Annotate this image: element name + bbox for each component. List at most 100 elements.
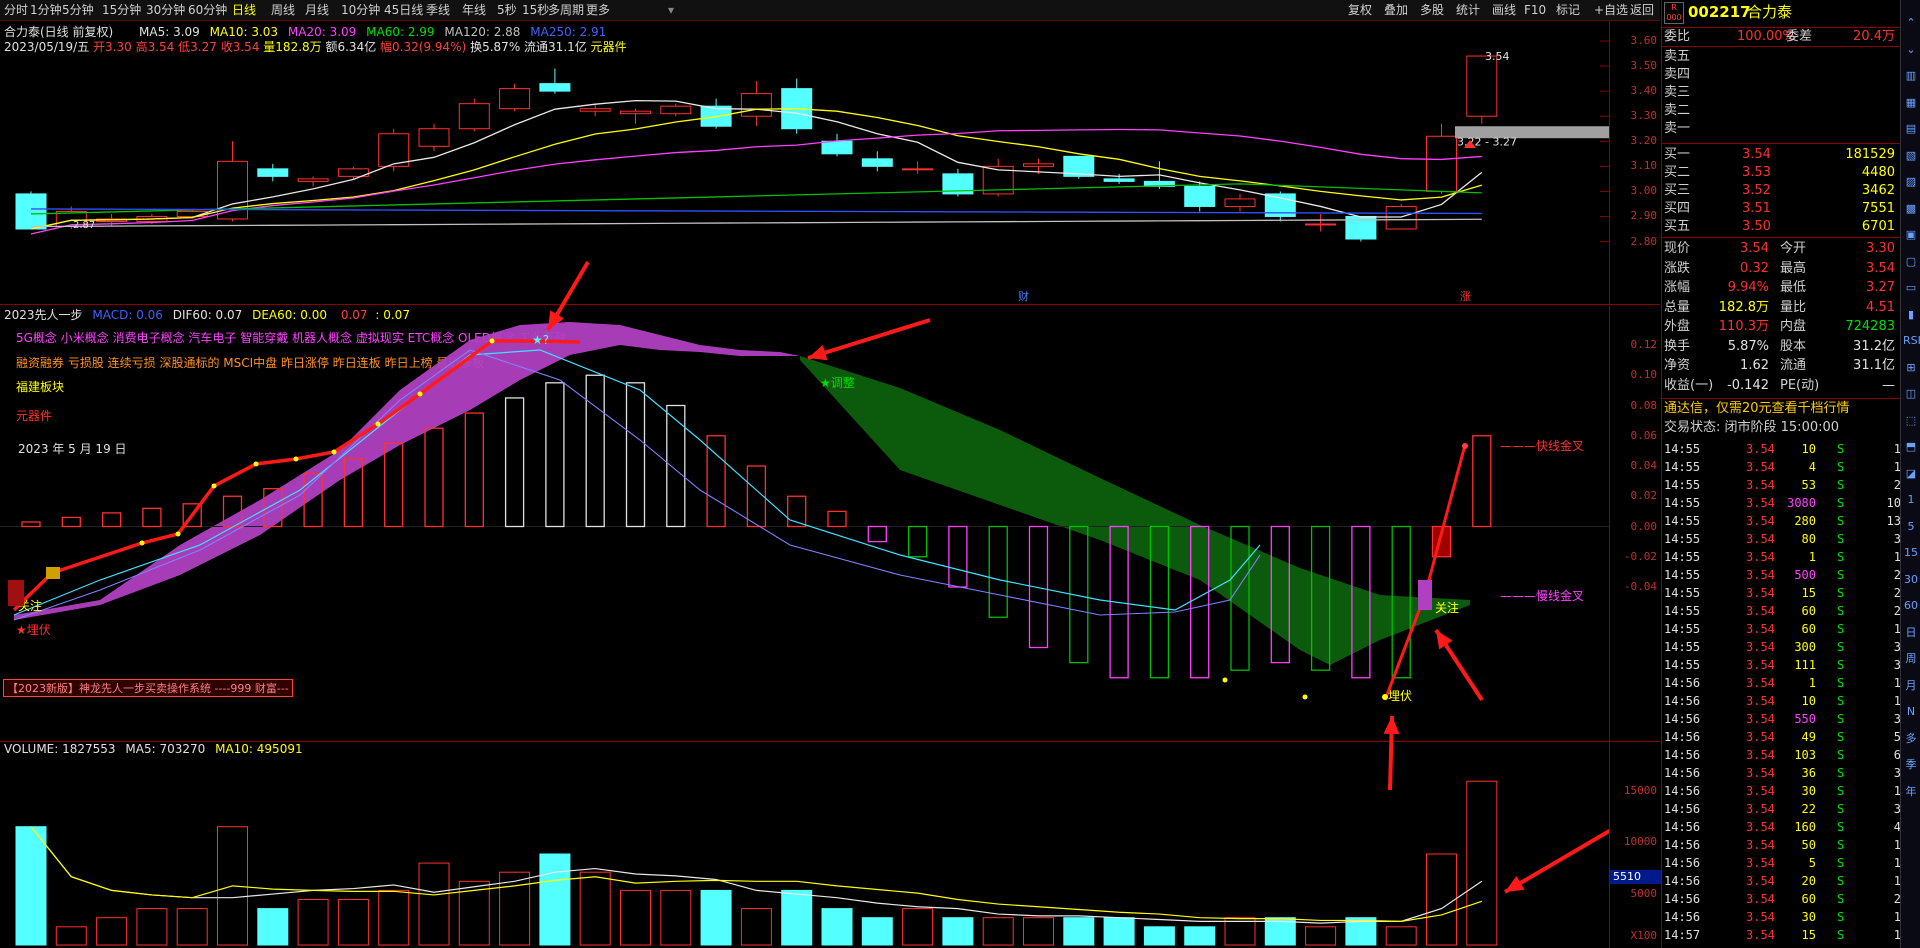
histogram-bar xyxy=(464,412,484,528)
sell-level-label: 卖四 xyxy=(1664,67,1691,82)
sidebar-tool-26[interactable]: N xyxy=(1903,703,1919,721)
tick-price: 3.54 xyxy=(1746,784,1775,798)
sell-level-label: 卖二 xyxy=(1664,103,1691,118)
sidebar-tool-3[interactable]: ▦ xyxy=(1903,94,1919,112)
volume-bar xyxy=(1466,780,1498,946)
tick-time: 14:56 xyxy=(1664,694,1701,708)
stat-value: 110.3万 xyxy=(1718,319,1769,334)
volume-bar xyxy=(1184,926,1216,946)
tick-time: 14:56 xyxy=(1664,820,1701,834)
tick-volume: 280 xyxy=(1794,514,1816,528)
tick-row: 14:55 3.54 111 S 3 xyxy=(1662,656,1901,674)
divider xyxy=(1662,143,1901,144)
stat-value: 3.30 xyxy=(1866,241,1895,256)
tick-price: 3.54 xyxy=(1746,460,1775,474)
tick-price: 3.54 xyxy=(1746,712,1775,726)
tick-row: 14:55 3.54 500 S 2 xyxy=(1662,566,1901,584)
tick-time: 14:56 xyxy=(1664,874,1701,888)
sidebar-tool-1[interactable]: ⌄ xyxy=(1903,41,1919,59)
tick-side: S xyxy=(1837,640,1845,654)
buy-level-label: 买五 xyxy=(1664,219,1691,234)
fast-cross-tag: ———快线金叉 xyxy=(1500,438,1584,453)
tick-row: 14:55 3.54 280 S 13 xyxy=(1662,512,1901,530)
axis-tick-label: 10000 xyxy=(1623,835,1657,849)
sidebar-tool-9[interactable]: ▢ xyxy=(1903,253,1919,271)
volume-bar xyxy=(1385,926,1417,946)
sidebar-tool-2[interactable]: ▥ xyxy=(1903,67,1919,85)
sidebar-tool-20[interactable]: 15 xyxy=(1903,544,1919,562)
sidebar-tool-18[interactable]: 1 xyxy=(1903,491,1919,509)
sidebar-tool-15[interactable]: ⬚ xyxy=(1903,412,1919,430)
indicator-axis: 0.12 0.10 0.08 0.06 0.04 0.02 0.00 -0.02 -0.04 xyxy=(1609,305,1661,741)
sell-level-label: 卖五 xyxy=(1664,49,1691,64)
sell-level-row: 卖五 xyxy=(1662,48,1901,66)
tick-side: S xyxy=(1837,838,1845,852)
tick-side: S xyxy=(1837,478,1845,492)
sidebar-tool-27[interactable]: 多 xyxy=(1903,730,1919,748)
tick-price: 3.54 xyxy=(1746,550,1775,564)
sidebar-tool-6[interactable]: ▨ xyxy=(1903,173,1919,191)
sidebar-tool-22[interactable]: 60 xyxy=(1903,597,1919,615)
sidebar-tool-29[interactable]: 年 xyxy=(1903,783,1919,801)
promo-link[interactable]: 通达信，仅需20元查看千档行情 xyxy=(1662,400,1901,418)
tick-volume: 36 xyxy=(1801,766,1816,780)
sidebar-tool-19[interactable]: 5 xyxy=(1903,518,1919,536)
axis-tick-label: 3.10 xyxy=(1630,159,1658,173)
tick-side: S xyxy=(1837,442,1845,456)
tick-volume: 300 xyxy=(1794,640,1816,654)
tick-time: 14:56 xyxy=(1664,802,1701,816)
buy-price: 3.52 xyxy=(1742,183,1771,198)
sidebar-tool-28[interactable]: 季 xyxy=(1903,756,1919,774)
stat-label: 涨幅 xyxy=(1664,280,1691,295)
axis-tick-label: 5000 xyxy=(1630,886,1658,900)
sidebar-tool-17[interactable]: ◪ xyxy=(1903,465,1919,483)
axis-tick-label: 0.08 xyxy=(1630,398,1658,412)
tick-time: 14:55 xyxy=(1664,460,1701,474)
sidebar-tool-8[interactable]: ▣ xyxy=(1903,226,1919,244)
tick-time: 14:56 xyxy=(1664,856,1701,870)
sidebar-tool-11[interactable]: ▮ xyxy=(1903,306,1919,324)
tick-side: S xyxy=(1837,460,1845,474)
stat-label: 流通 xyxy=(1780,358,1807,373)
arrowhead xyxy=(1383,716,1400,735)
volume-bar xyxy=(1063,917,1095,946)
tick-volume: 22 xyxy=(1801,802,1816,816)
sidebar-tool-13[interactable]: ⊞ xyxy=(1903,359,1919,377)
tick-time: 14:55 xyxy=(1664,550,1701,564)
sidebar-tool-14[interactable]: ◫ xyxy=(1903,385,1919,403)
stat-row: 涨跌 0.32 最高 3.54 xyxy=(1662,260,1901,278)
low-price-label: 2.87 xyxy=(73,220,95,231)
buy-level-label: 买四 xyxy=(1664,201,1691,216)
weicha-label: 委差 xyxy=(1786,29,1813,44)
volume-bar xyxy=(176,908,208,946)
tick-row: 14:55 3.54 300 S 3 xyxy=(1662,638,1901,656)
axis-tick-label: -0.02 xyxy=(1623,549,1657,563)
tick-price: 3.54 xyxy=(1746,838,1775,852)
sidebar-tool-24[interactable]: 周 xyxy=(1903,650,1919,668)
price-axis: 3.60 3.50 3.40 3.30 3.20 3.10 3.00 2.90 2.80 xyxy=(1609,21,1661,304)
sidebar-tool-10[interactable]: ▭ xyxy=(1903,279,1919,297)
axis-tick-label: 0.04 xyxy=(1630,459,1658,472)
sidebar-tool-4[interactable]: ▤ xyxy=(1903,120,1919,138)
tick-side: S xyxy=(1837,802,1845,816)
sidebar-tool-23[interactable]: 日 xyxy=(1903,624,1919,642)
toolbar-button-8[interactable]: 返回 xyxy=(1630,2,1654,18)
sidebar-tool-16[interactable]: ⬒ xyxy=(1903,438,1919,456)
signal-dot xyxy=(1302,694,1308,700)
volume-bar xyxy=(781,889,813,946)
high-price-label: 3.54 xyxy=(1485,50,1510,63)
sidebar-tool-5[interactable]: ▧ xyxy=(1903,147,1919,165)
sidebar-tool-12[interactable]: RSI xyxy=(1903,332,1920,350)
sidebar-tool-0[interactable]: ⌃ xyxy=(1903,14,1919,32)
sell-level-row: 卖二 xyxy=(1662,102,1901,120)
sidebar-tool-25[interactable]: 月 xyxy=(1903,677,1919,695)
tick-volume: 1 xyxy=(1808,676,1816,690)
volume-bar xyxy=(136,908,168,946)
signal-dot xyxy=(211,483,217,489)
sidebar-tool-7[interactable]: ▩ xyxy=(1903,200,1919,218)
axis-tick-label: 0.10 xyxy=(1630,368,1658,382)
tick-row: 14:57 3.54 15 S 1 xyxy=(1662,926,1901,944)
sidebar-tool-21[interactable]: 30 xyxy=(1903,571,1919,589)
volume-bar xyxy=(378,889,410,946)
signal-dot xyxy=(331,449,337,455)
